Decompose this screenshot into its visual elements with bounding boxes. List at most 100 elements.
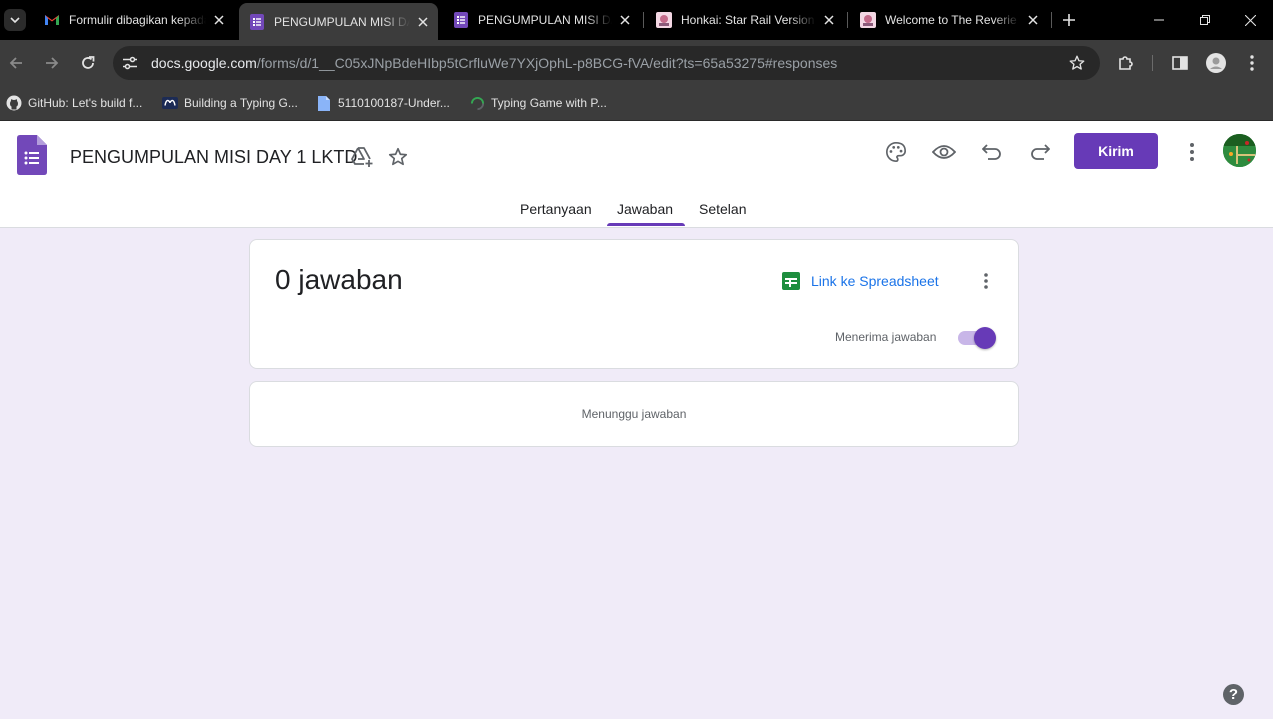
gmail-icon: [44, 12, 60, 28]
more-vert-icon: [984, 273, 988, 289]
account-avatar[interactable]: [1223, 134, 1256, 167]
forms-header: PENGUMPULAN MISI DAY 1 LKTD Kirim Pertan…: [0, 121, 1273, 228]
meta-icon: [162, 95, 178, 111]
redo-button[interactable]: [1027, 139, 1053, 165]
tab-separator: [847, 12, 848, 28]
accepting-responses-toggle[interactable]: [956, 326, 996, 350]
tab-questions[interactable]: Pertanyaan: [520, 201, 592, 217]
bookmarks-bar: GitHub: Let's build f... Building a Typi…: [0, 86, 1273, 121]
active-tab-indicator: [607, 223, 685, 226]
side-panel-button[interactable]: [1168, 51, 1192, 75]
tab-title: Formulir dibagikan kepada Anda: [69, 13, 206, 27]
tab-title: PENGUMPULAN MISI DAY 1 LKTD: [274, 14, 410, 29]
undo-button[interactable]: [979, 139, 1005, 165]
arrow-right-icon: [46, 57, 59, 69]
more-options-button[interactable]: [1179, 139, 1205, 165]
google-forms-icon: [453, 12, 469, 28]
close-icon[interactable]: [616, 11, 634, 29]
toolbar-separator: [1152, 55, 1153, 71]
reload-icon: [82, 56, 95, 69]
plus-icon: [1063, 14, 1075, 26]
minimize-icon: [1154, 19, 1164, 21]
url-path: /forms/d/1__C05xJNpBdeHIbp5tCrfluWe7YXjO…: [256, 55, 838, 71]
puzzle-icon: [1119, 56, 1133, 70]
browser-tab-gmail[interactable]: Formulir dibagikan kepada Anda: [34, 4, 234, 36]
more-vert-icon: [1250, 55, 1254, 71]
help-icon: ?: [1228, 686, 1239, 703]
help-button[interactable]: ?: [1223, 684, 1244, 705]
github-icon: [6, 95, 22, 111]
preview-button[interactable]: [931, 139, 957, 165]
waiting-responses-text: Menunggu jawaban: [581, 407, 687, 421]
customize-theme-button[interactable]: [883, 139, 909, 165]
arrow-left-icon: [9, 57, 22, 69]
bookmark-document[interactable]: 5110100187-Under...: [316, 94, 450, 112]
reload-button[interactable]: [76, 51, 100, 75]
close-icon: [1244, 14, 1256, 26]
bookmark-github[interactable]: GitHub: Let's build f...: [6, 94, 142, 112]
move-to-folder-button[interactable]: [349, 144, 375, 170]
tab-separator: [1051, 12, 1052, 28]
extensions-button[interactable]: [1114, 51, 1138, 75]
browser-toolbar: docs.google.com/forms/d/1__C05xJNpBdeHIb…: [0, 40, 1273, 86]
browser-menu-button[interactable]: [1240, 51, 1264, 75]
google-sheets-icon: [782, 272, 800, 290]
browser-tab-forms[interactable]: PENGUMPULAN MISI DAY 1 LKTD: [443, 4, 640, 36]
tab-title: Welcome to The Reverie Hotel: [885, 13, 1020, 27]
url-text[interactable]: docs.google.com/forms/d/1__C05xJNpBdeHIb…: [151, 55, 837, 71]
redo-icon: [1031, 144, 1050, 160]
waiting-responses-card: Menunggu jawaban: [249, 381, 1019, 447]
new-tab-button[interactable]: [1059, 10, 1079, 30]
bookmark-star-icon[interactable]: [1068, 54, 1086, 72]
document-icon: [316, 95, 332, 111]
close-icon[interactable]: [1024, 11, 1042, 29]
close-icon[interactable]: [820, 11, 838, 29]
tab-settings[interactable]: Setelan: [699, 201, 746, 217]
browser-tab-honkai[interactable]: Honkai: Star Rail Version 1.6: [646, 4, 844, 36]
back-button[interactable]: [4, 51, 28, 75]
accepting-responses-label: Menerima jawaban: [835, 330, 937, 344]
tab-responses[interactable]: Jawaban: [617, 201, 673, 217]
link-to-sheets-button[interactable]: Link ke Spreadsheet: [781, 271, 939, 291]
google-forms-logo-icon[interactable]: [17, 135, 47, 175]
bookmark-typing-python[interactable]: Typing Game with P...: [469, 94, 607, 112]
star-icon: [388, 147, 408, 166]
response-count: 0 jawaban: [275, 264, 403, 295]
responses-more-button[interactable]: [974, 269, 998, 293]
responses-summary-card: 0 jawaban Link ke Spreadsheet Menerima j…: [249, 239, 1019, 369]
site-info-icon[interactable]: [121, 54, 139, 72]
tab-separator: [643, 12, 644, 28]
browser-tab-forms-active[interactable]: PENGUMPULAN MISI DAY 1 LKTD: [239, 3, 438, 40]
send-button[interactable]: Kirim: [1074, 133, 1158, 169]
profile-icon: [1206, 53, 1226, 73]
address-bar[interactable]: docs.google.com/forms/d/1__C05xJNpBdeHIb…: [113, 46, 1100, 80]
form-title[interactable]: PENGUMPULAN MISI DAY 1 LKTD: [70, 147, 357, 168]
star-button[interactable]: [385, 144, 411, 170]
url-host: docs.google.com: [151, 55, 257, 71]
close-window-button[interactable]: [1227, 0, 1273, 40]
side-panel-icon: [1172, 56, 1188, 70]
honkai-icon: [656, 12, 672, 28]
browser-tab-reverie[interactable]: Welcome to The Reverie Hotel: [850, 4, 1048, 36]
restore-button[interactable]: [1182, 0, 1228, 40]
link-to-sheets-label: Link ke Spreadsheet: [811, 273, 939, 289]
google-forms-icon: [249, 13, 265, 30]
bookmark-label: Building a Typing G...: [184, 96, 298, 110]
forward-button[interactable]: [40, 51, 64, 75]
tab-title: PENGUMPULAN MISI DAY 1 LKTD: [478, 13, 612, 27]
undo-icon: [982, 144, 1001, 160]
bookmark-typing-game[interactable]: Building a Typing G...: [162, 94, 298, 112]
close-icon[interactable]: [414, 13, 432, 31]
close-icon[interactable]: [210, 11, 228, 29]
profile-button[interactable]: [1204, 51, 1228, 75]
tab-title: Honkai: Star Rail Version 1.6: [681, 13, 816, 27]
eye-icon: [932, 145, 956, 159]
chevron-down-icon: [10, 17, 20, 24]
palette-icon: [886, 142, 906, 162]
tab-search-button[interactable]: [4, 9, 26, 31]
honkai-icon: [860, 12, 876, 28]
more-vert-icon: [1190, 143, 1194, 161]
form-tabs: Pertanyaan Jawaban Setelan: [0, 192, 1273, 228]
minimize-button[interactable]: [1136, 0, 1182, 40]
browser-tab-strip: Formulir dibagikan kepada Anda PENGUMPUL…: [0, 0, 1273, 40]
